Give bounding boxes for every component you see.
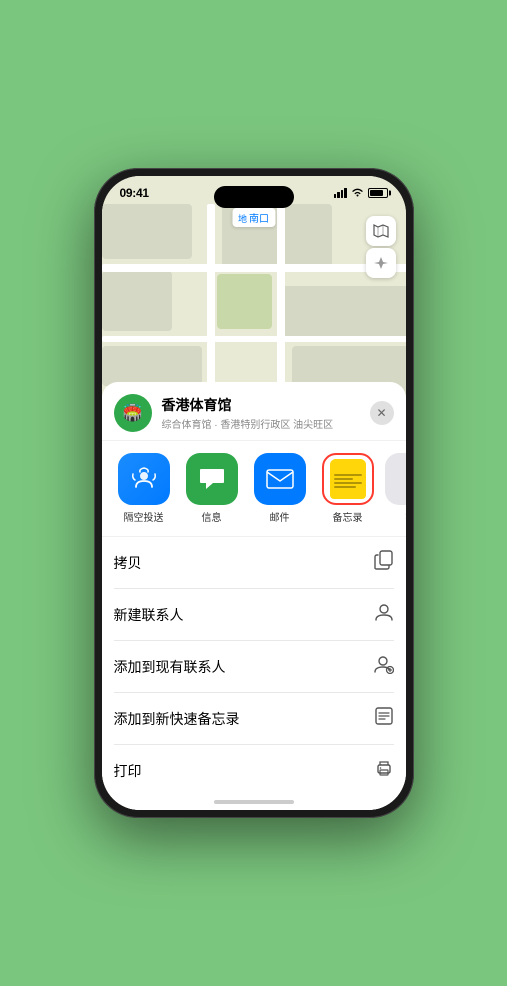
- venue-info: 香港体育馆 综合体育馆 · 香港特别行政区 油尖旺区: [162, 395, 370, 431]
- map-label: 地南口: [232, 208, 275, 227]
- action-copy-label: 拷贝: [114, 553, 142, 573]
- status-bar: 09:41: [102, 176, 406, 204]
- action-add-notes-label: 添加到新快速备忘录: [114, 709, 240, 729]
- sheet-header: 🏟️ 香港体育馆 综合体育馆 · 香港特别行政区 油尖旺区 ✕: [102, 382, 406, 441]
- signal-icon: [334, 188, 347, 198]
- airdrop-label: 隔空投送: [124, 509, 164, 524]
- share-item-messages[interactable]: 信息: [182, 453, 242, 524]
- quick-note-icon: [374, 706, 394, 731]
- home-bar: [214, 800, 294, 804]
- battery-icon: [368, 188, 388, 198]
- print-icon: [374, 758, 394, 783]
- dynamic-island: [214, 186, 294, 208]
- phone-frame: 09:41: [94, 168, 414, 818]
- action-item-copy[interactable]: 拷贝: [114, 537, 394, 589]
- share-item-more[interactable]: 推: [386, 453, 406, 524]
- venue-icon: 🏟️: [114, 394, 152, 432]
- action-add-existing-label: 添加到现有联系人: [114, 657, 226, 677]
- copy-icon: [374, 550, 394, 575]
- messages-icon: [186, 453, 238, 505]
- more-icon: [385, 453, 406, 505]
- map-controls: [366, 216, 396, 278]
- mail-label: 邮件: [270, 509, 290, 524]
- notes-label: 备忘录: [333, 509, 363, 524]
- share-item-airdrop[interactable]: 隔空投送: [114, 453, 174, 524]
- action-print-label: 打印: [114, 761, 142, 781]
- venue-name: 香港体育馆: [162, 395, 370, 415]
- action-new-contact-label: 新建联系人: [114, 605, 184, 625]
- share-item-notes[interactable]: 备忘录: [318, 453, 378, 524]
- map-type-button[interactable]: [366, 216, 396, 246]
- action-list: 拷贝 新建联系人: [102, 537, 406, 796]
- add-contact-icon: [374, 654, 394, 679]
- close-button[interactable]: ✕: [370, 401, 394, 425]
- location-button[interactable]: [366, 248, 396, 278]
- action-item-new-contact[interactable]: 新建联系人: [114, 589, 394, 641]
- phone-screen: 09:41: [102, 176, 406, 810]
- notes-icon: [322, 453, 374, 505]
- home-indicator: [102, 796, 406, 810]
- action-item-add-notes[interactable]: 添加到新快速备忘录: [114, 693, 394, 745]
- airdrop-icon: [118, 453, 170, 505]
- wifi-icon: [351, 187, 364, 200]
- mail-icon: [254, 453, 306, 505]
- status-icons: [334, 187, 388, 200]
- bottom-sheet: 🏟️ 香港体育馆 综合体育馆 · 香港特别行政区 油尖旺区 ✕: [102, 382, 406, 810]
- action-item-print[interactable]: 打印: [114, 745, 394, 796]
- status-time: 09:41: [120, 186, 149, 200]
- share-item-mail[interactable]: 邮件: [250, 453, 310, 524]
- new-contact-icon: [374, 602, 394, 627]
- messages-label: 信息: [202, 509, 222, 524]
- venue-subtitle: 综合体育馆 · 香港特别行政区 油尖旺区: [162, 416, 370, 431]
- share-row: 隔空投送 信息: [102, 441, 406, 537]
- action-item-add-existing[interactable]: 添加到现有联系人: [114, 641, 394, 693]
